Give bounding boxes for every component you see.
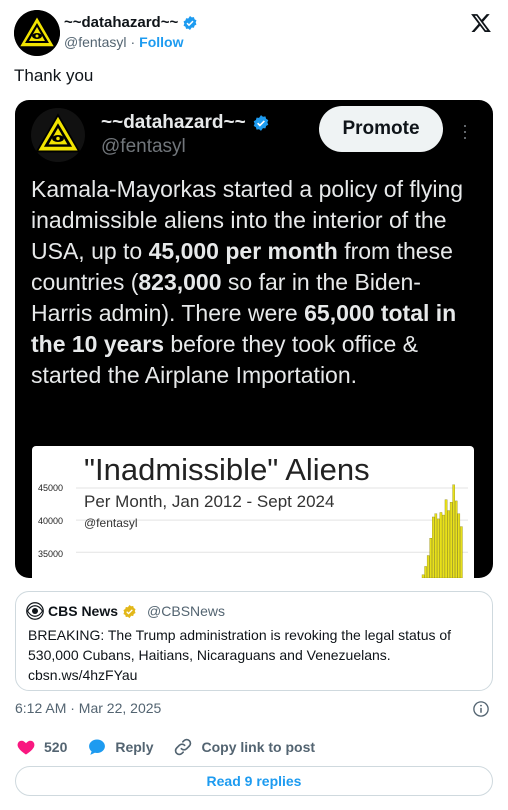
quote-link[interactable]: cbsn.ws/4hzFYau (28, 667, 137, 683)
embedded-chart: "Inadmissible" Aliens Per Month, Jan 201… (32, 446, 474, 578)
like-button[interactable]: 520 (16, 737, 67, 757)
media-author-avatar (31, 108, 85, 162)
chart-bar (429, 538, 432, 578)
action-bar: 520 Reply Copy link to post (16, 737, 335, 757)
chart-bar (447, 510, 450, 578)
timestamp[interactable]: 6:12 AM · Mar 22, 2025 (15, 700, 161, 716)
y-tick-label: 45000 (38, 483, 64, 493)
separator: · (130, 34, 136, 50)
more-options-icon: · · · (462, 115, 468, 147)
like-count: 520 (44, 739, 68, 755)
chart-bar (421, 574, 425, 578)
author-handle[interactable]: @fentasyl (64, 34, 126, 50)
quoted-post[interactable]: CBS News @CBSNews BREAKING: The Trump ad… (15, 591, 493, 691)
copy-link-button[interactable]: Copy link to post (173, 737, 315, 757)
chart-handle: @fentasyl (84, 516, 138, 530)
chart-bar (460, 526, 463, 578)
chart-bar (452, 484, 455, 578)
chart-bar (449, 502, 453, 578)
copy-link-label: Copy link to post (201, 739, 316, 755)
chart-title: "Inadmissible" Aliens (84, 452, 370, 487)
quote-author-name: CBS News (48, 603, 119, 619)
chart-bar (424, 566, 427, 578)
cbs-eye-logo-icon (26, 602, 44, 620)
verified-badge-icon (183, 15, 197, 30)
media-post-text: Kamala-Mayorkas started a policy of flyi… (31, 176, 464, 388)
chart-bar (437, 518, 440, 578)
link-icon (175, 738, 192, 756)
chart-bar (439, 512, 443, 578)
x-logo-icon[interactable] (470, 12, 492, 34)
chart-bar (432, 516, 435, 578)
y-tick-label: 40000 (38, 516, 64, 526)
reply-bubble-icon (89, 739, 106, 755)
reply-button[interactable]: Reply (87, 737, 153, 757)
reply-label: Reply (115, 739, 154, 755)
tweet-text: Thank you (14, 66, 94, 85)
quote-text: BREAKING: The Trump administration is re… (28, 627, 452, 683)
chart-bar (426, 555, 430, 578)
media-author-handle: @fentasyl (101, 136, 186, 157)
chart-subtitle: Per Month, Jan 2012 - Sept 2024 (84, 492, 335, 511)
chart-bar (454, 500, 458, 578)
media-author-name: ~~datahazard~~ (101, 112, 246, 133)
y-tick-label: 35000 (38, 549, 64, 559)
chart-bar (444, 499, 448, 578)
quote-author-handle: @CBSNews (147, 603, 226, 619)
chart-bar (442, 514, 445, 578)
verified-gold-badge-icon (123, 604, 136, 618)
info-icon[interactable] (472, 700, 490, 718)
read-replies-button[interactable]: Read 9 replies (15, 766, 493, 796)
promote-button: Promote (319, 106, 443, 152)
author-avatar[interactable] (14, 10, 60, 56)
chart-bar (434, 513, 438, 578)
heart-icon (17, 740, 35, 755)
chart-bar (457, 513, 461, 578)
tweet-media-image[interactable]: ~~datahazard~~ @fentasyl Promote · · · Kam… (15, 100, 493, 578)
follow-button[interactable]: Follow (139, 34, 183, 50)
author-name[interactable]: ~~datahazard~~ (64, 14, 178, 31)
tweet-header: ~~datahazard~~ @fentasyl · Follow (14, 10, 494, 56)
verified-badge-icon (253, 115, 268, 131)
